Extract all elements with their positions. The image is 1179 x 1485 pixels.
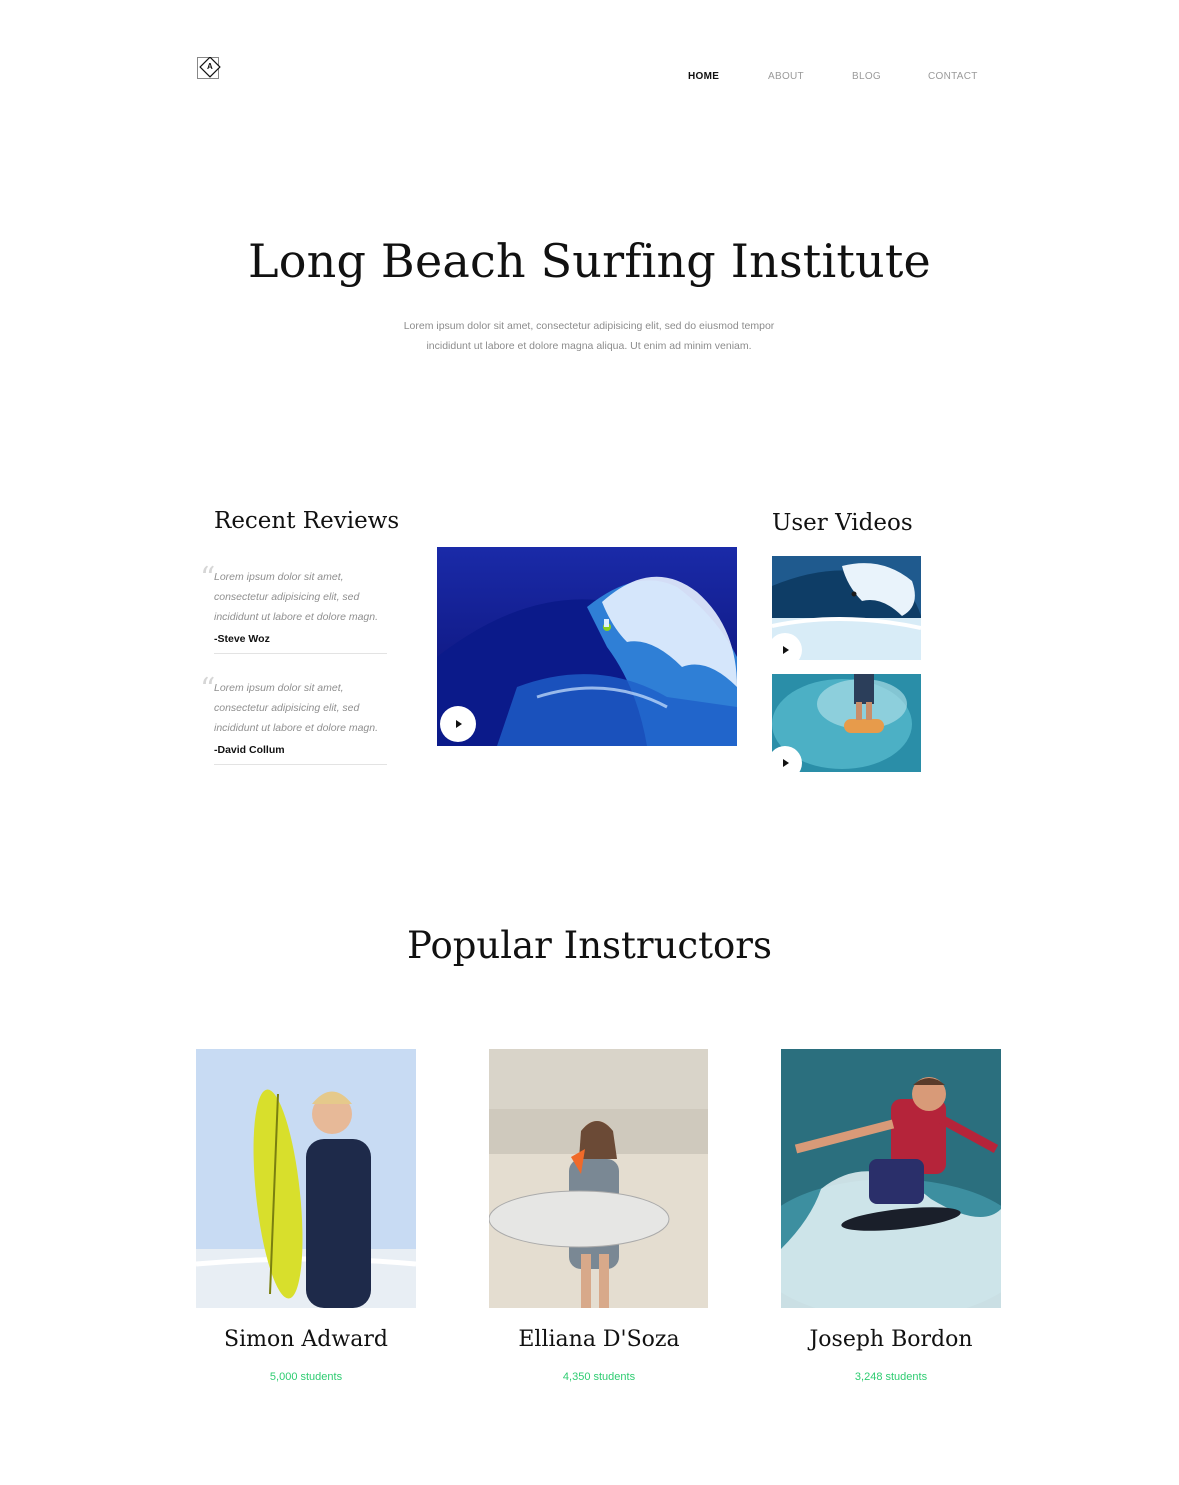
- instructor-image: [489, 1049, 708, 1308]
- play-icon: [783, 646, 789, 654]
- review-author: -Steve Woz: [214, 633, 270, 645]
- instructor-photo[interactable]: [196, 1049, 416, 1308]
- instructor-image: [196, 1049, 416, 1308]
- hero-subtitle-line-1: Lorem ipsum dolor sit amet, consectetur …: [403, 320, 775, 332]
- instructor-image: [781, 1049, 1001, 1308]
- nav-blog[interactable]: BLOG: [852, 71, 881, 82]
- videos-heading: User Videos: [772, 510, 913, 536]
- instructor-photo[interactable]: [489, 1049, 708, 1308]
- review-item: “ Lorem ipsum dolor sit amet, consectetu…: [200, 672, 387, 765]
- user-video-thumb[interactable]: [772, 556, 921, 660]
- review-text: Lorem ipsum dolor sit amet, consectetur …: [214, 682, 379, 734]
- hero-subtitle-line-2: incididunt ut labore et dolore magna ali…: [426, 340, 752, 352]
- instructor-student-count: 5,000 students: [269, 1371, 343, 1383]
- play-icon: [456, 720, 462, 728]
- instructor-name[interactable]: Joseph Bordon: [781, 1327, 1001, 1352]
- nav-about[interactable]: ABOUT: [768, 71, 804, 82]
- user-video-thumb[interactable]: [772, 674, 921, 772]
- instructors-heading: Popular Instructors: [407, 924, 772, 967]
- instructor-student-count: 4,350 students: [562, 1371, 636, 1383]
- wave-image: [437, 547, 737, 746]
- instructor-name[interactable]: Elliana D'Soza: [489, 1327, 709, 1352]
- nav-contact[interactable]: CONTACT: [928, 71, 978, 82]
- review-author: -David Collum: [214, 744, 285, 756]
- reviews-heading: Recent Reviews: [214, 508, 400, 534]
- review-item: “ Lorem ipsum dolor sit amet, consectetu…: [200, 561, 387, 654]
- quote-icon: “: [200, 561, 216, 596]
- page-title: Long Beach Surfing Institute: [248, 234, 931, 288]
- nav-home[interactable]: HOME: [688, 71, 719, 82]
- hero-subtitle: Lorem ipsum dolor sit amet, consectetur …: [389, 316, 789, 356]
- logo-letter: A: [207, 62, 213, 71]
- instructor-name[interactable]: Simon Adward: [196, 1327, 416, 1352]
- instructor-student-count: 3,248 students: [854, 1371, 928, 1383]
- logo[interactable]: A: [197, 56, 221, 81]
- play-icon: [783, 759, 789, 767]
- review-text: Lorem ipsum dolor sit amet, consectetur …: [214, 571, 379, 623]
- instructor-photo[interactable]: [781, 1049, 1001, 1308]
- featured-video[interactable]: [437, 547, 737, 746]
- play-button[interactable]: [440, 706, 476, 742]
- quote-icon: “: [200, 672, 216, 707]
